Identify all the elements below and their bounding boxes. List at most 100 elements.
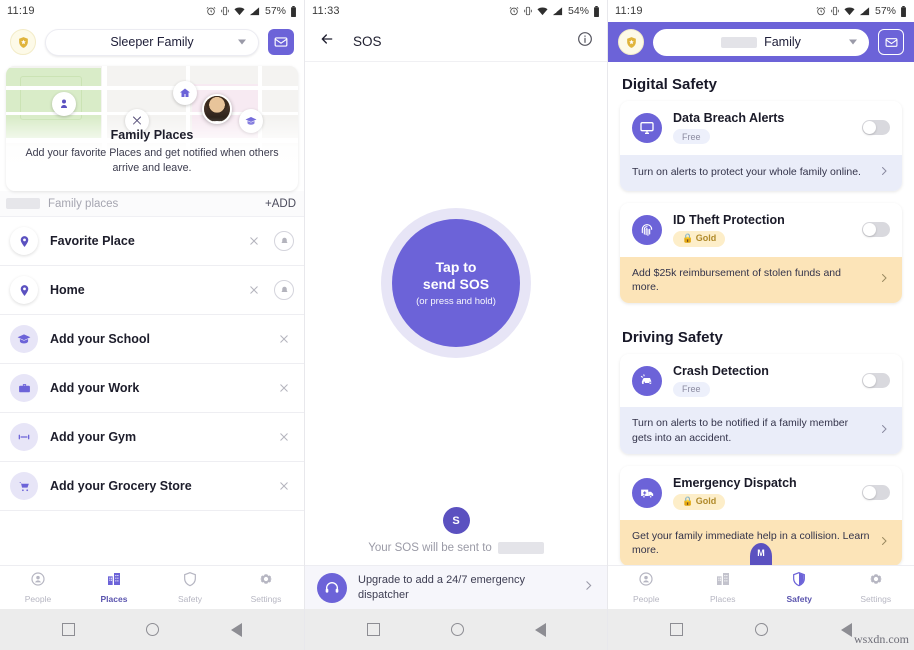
toggle-crash-detection[interactable]: [862, 373, 890, 389]
place-label: Add your Gym: [50, 430, 137, 444]
close-icon[interactable]: [244, 284, 264, 296]
app-header: Sleeper Family: [0, 22, 304, 62]
status-time: 11:19: [7, 5, 35, 17]
card-header[interactable]: ID Theft Protection 🔒 Gold: [620, 202, 902, 257]
tab-places[interactable]: Places: [685, 571, 762, 604]
tab-label: Settings: [860, 594, 892, 604]
close-icon[interactable]: [274, 480, 294, 492]
card-footer[interactable]: Turn on alerts to protect your whole fam…: [620, 154, 902, 191]
wifi-icon: [537, 6, 548, 17]
upgrade-banner[interactable]: Upgrade to add a 24/7 emergency dispatch…: [305, 565, 607, 609]
close-icon[interactable]: [274, 431, 294, 443]
card-header[interactable]: Crash Detection Free: [620, 353, 902, 408]
shield-icon: [791, 571, 807, 592]
recents-icon[interactable]: [61, 623, 75, 636]
fingerprint-icon: [632, 214, 662, 245]
recents-icon[interactable]: [366, 623, 380, 636]
sos-button-halo: Tap to send SOS (or press and hold): [381, 208, 531, 358]
person-circle-icon: [638, 571, 654, 592]
family-places-bar: Family places +ADD: [0, 191, 304, 217]
status-badge: 🔒 Gold: [673, 230, 726, 247]
back-button-icon[interactable]: [231, 622, 243, 637]
tab-people[interactable]: People: [608, 571, 685, 604]
section-heading: Driving Safety: [622, 328, 723, 346]
battery-percent: 54%: [567, 5, 589, 17]
home-icon[interactable]: [173, 81, 197, 105]
signal-icon: [859, 6, 870, 17]
card-title: ID Theft Protection: [673, 212, 785, 227]
card-footer-text: Turn on alerts to protect your whole fam…: [632, 166, 861, 179]
card-footer[interactable]: Add $25k reimbursement of stolen funds a…: [620, 256, 902, 303]
tab-safety[interactable]: Safety: [761, 571, 838, 604]
map-card[interactable]: Family Places Add your favorite Places a…: [6, 66, 298, 191]
park-icon[interactable]: [52, 92, 76, 116]
family-selector[interactable]: Family: [653, 28, 869, 56]
card-header[interactable]: Data Breach Alerts Free: [620, 101, 902, 155]
tab-people[interactable]: People: [0, 571, 76, 604]
card-footer-text: Turn on alerts to be notified if a famil…: [632, 417, 849, 444]
place-label: Add your Work: [50, 381, 140, 395]
redacted-family-prefix: [721, 36, 758, 48]
toggle-id-theft-protection[interactable]: [862, 222, 890, 237]
card-header[interactable]: Emergency Dispatch 🔒 Gold: [620, 465, 902, 520]
home-button-icon[interactable]: [755, 623, 769, 636]
monitor-icon: [632, 112, 662, 143]
toggle-data-breach-alerts[interactable]: [862, 120, 890, 136]
recents-icon[interactable]: [670, 623, 684, 636]
card-footer[interactable]: Turn on alerts to be notified if a famil…: [620, 407, 902, 454]
add-place-button[interactable]: +ADD: [265, 198, 296, 210]
chevron-right-icon[interactable]: [878, 271, 890, 289]
member-badge[interactable]: M: [750, 543, 772, 565]
gear-icon: [258, 571, 274, 592]
tab-safety[interactable]: Safety: [152, 571, 228, 604]
status-time: 11:19: [615, 5, 643, 17]
chevron-right-icon[interactable]: [878, 422, 890, 440]
sos-hint: (or press and hold): [416, 296, 496, 308]
tab-places[interactable]: Places: [76, 571, 152, 604]
close-icon[interactable]: [244, 235, 264, 247]
chevron-right-icon[interactable]: [582, 579, 595, 596]
android-navbar: [0, 609, 304, 650]
shield-star-icon[interactable]: [10, 29, 36, 55]
home-button-icon[interactable]: [146, 623, 160, 636]
tab-settings[interactable]: Settings: [838, 571, 914, 604]
close-icon[interactable]: [274, 333, 294, 345]
wifi-icon: [844, 6, 855, 17]
back-button-icon[interactable]: [840, 622, 852, 637]
list-item[interactable]: Favorite Place: [0, 217, 304, 266]
family-selector[interactable]: Sleeper Family: [45, 28, 259, 56]
back-button-icon[interactable]: [534, 622, 546, 637]
close-icon[interactable]: [274, 382, 294, 394]
shield-star-icon[interactable]: [618, 29, 644, 55]
bottom-tabbar: People Places Safety Settings: [608, 565, 914, 609]
headset-icon: [317, 572, 347, 603]
list-item[interactable]: Add your Work: [0, 364, 304, 413]
alarm-icon: [816, 6, 826, 16]
bell-icon[interactable]: [274, 231, 294, 251]
battery-icon: [593, 5, 600, 17]
list-item[interactable]: Add your Grocery Store: [0, 462, 304, 511]
tab-settings[interactable]: Settings: [228, 571, 304, 604]
send-sos-button[interactable]: Tap to send SOS (or press and hold): [392, 219, 520, 347]
alarm-icon: [206, 6, 216, 16]
bell-icon[interactable]: [274, 280, 294, 300]
list-item[interactable]: Add your School: [0, 315, 304, 364]
card-data-breach-alerts: Data Breach Alerts Free Turn on alerts t…: [620, 101, 902, 191]
mail-icon[interactable]: [268, 29, 294, 55]
info-icon[interactable]: [577, 31, 593, 52]
list-item[interactable]: Add your Gym: [0, 413, 304, 462]
battery-icon: [290, 5, 297, 17]
back-arrow-icon[interactable]: [319, 31, 335, 52]
mail-icon[interactable]: [878, 29, 904, 55]
toggle-emergency-dispatch[interactable]: [862, 485, 890, 501]
panel-safety: 11:19 57% Family Digital Safety Data Bre…: [608, 0, 914, 650]
tab-label: People: [633, 594, 660, 604]
android-navbar: [305, 609, 607, 650]
vibrate-icon: [830, 6, 840, 16]
home-button-icon[interactable]: [450, 623, 464, 636]
chevron-right-icon[interactable]: [878, 164, 890, 182]
list-item[interactable]: Home: [0, 266, 304, 315]
chevron-right-icon[interactable]: [878, 534, 890, 552]
status-badge: Free: [673, 129, 710, 144]
family-places-promo[interactable]: Family Places Add your favorite Places a…: [0, 62, 304, 191]
